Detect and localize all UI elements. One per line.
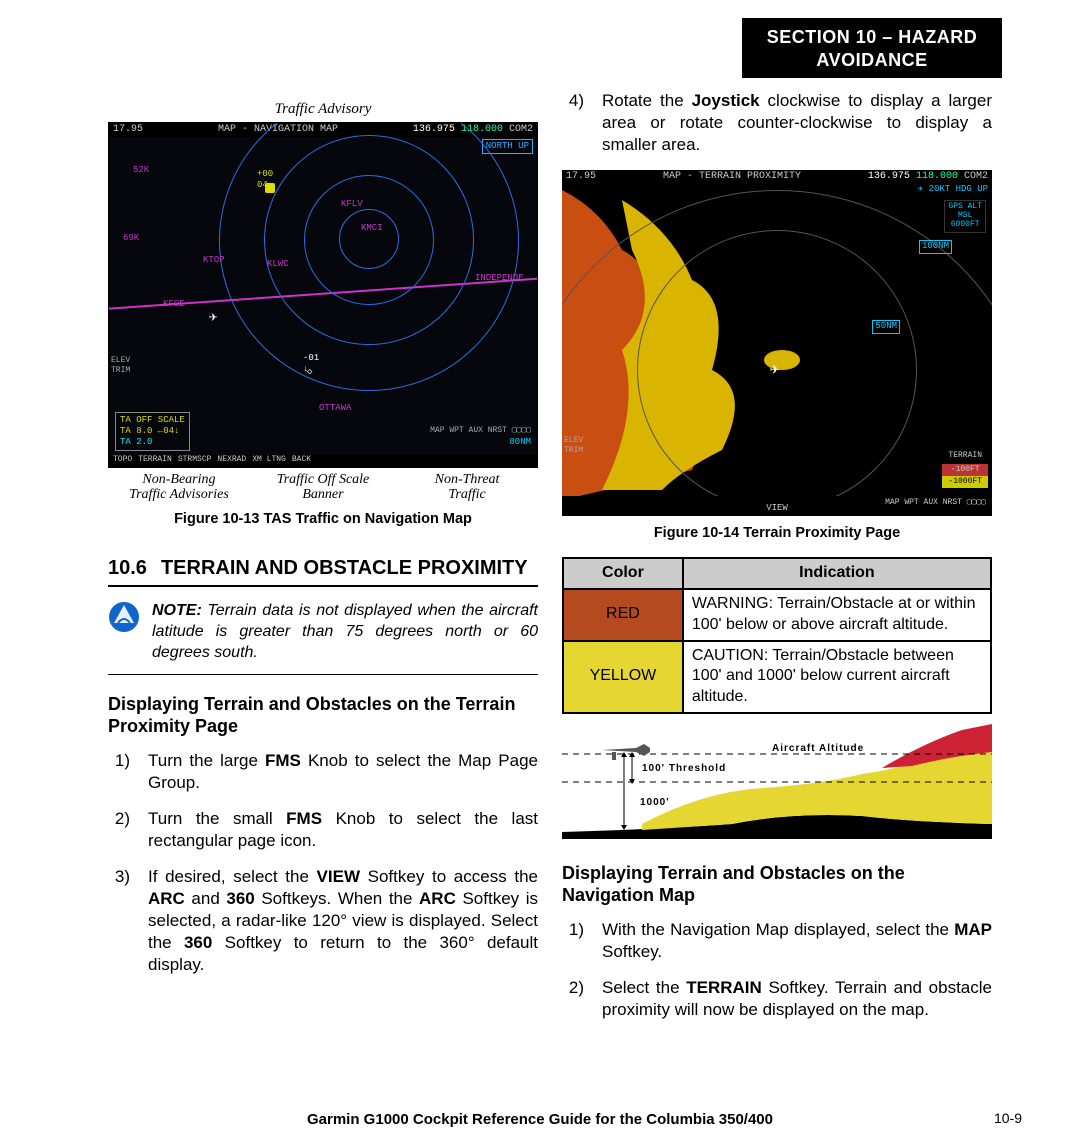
nav-com: COM2 xyxy=(509,124,533,135)
header-line1: SECTION 10 – HAZARD xyxy=(767,27,978,47)
terr-title: MAP - TERRAIN PROXIMITY xyxy=(663,170,801,184)
legend-red: -100FT xyxy=(942,464,988,476)
cell-yellow-desc: CAUTION: Terrain/Obstacle between 100' a… xyxy=(683,641,991,713)
terr-com: COM2 xyxy=(964,171,988,182)
view-softkey: VIEW xyxy=(766,503,788,515)
wpt: KTOP xyxy=(203,255,225,267)
wpt: KFOE xyxy=(163,299,185,311)
steps-list-2: 1) With the Navigation Map displayed, se… xyxy=(562,919,992,1021)
step-3: 3) If desired, select the VIEW Softkey t… xyxy=(108,866,538,976)
fig13-callouts: Non-BearingTraffic Advisories Traffic Of… xyxy=(108,472,538,503)
wpt: OTTAWA xyxy=(319,403,351,415)
softkey: TERRAIN xyxy=(138,455,172,467)
rng-inner: 50NM xyxy=(872,320,900,334)
note-block: NOTE: Terrain data is not displayed when… xyxy=(108,601,538,674)
terrain-proximity-screenshot: 17.95 MAP - TERRAIN PROXIMITY 136.975 11… xyxy=(562,170,992,516)
navigation-map-screenshot: 17.95 MAP - NAVIGATION MAP 136.975 118.0… xyxy=(108,122,538,468)
ta-line3: TA 2.0 xyxy=(120,437,185,448)
subheading-2: Displaying Terrain and Obstacles on the … xyxy=(562,862,992,907)
steps-list-1-cont: 4) Rotate the Joystick clockwise to disp… xyxy=(562,90,992,156)
page-number: 10-9 xyxy=(994,1109,1022,1127)
cell-red: RED xyxy=(563,589,683,641)
section-title: TERRAIN AND OBSTACLE PROXIMITY xyxy=(161,555,528,581)
elev-trim-gauge: ELEVTRIM xyxy=(111,356,130,377)
wpt: 69K xyxy=(123,233,139,245)
elev-trim-gauge: ELEVTRIM xyxy=(564,436,583,457)
callout-nonbearing: Non-BearingTraffic Advisories xyxy=(108,472,250,503)
steps-list-1: 1) Turn the large FMS Knob to select the… xyxy=(108,750,538,977)
wpt: 52K xyxy=(133,165,149,177)
section-number: 10.6 xyxy=(108,555,147,581)
softkey: NEXRAD xyxy=(217,455,246,467)
ownship-icon: ✈ xyxy=(770,360,780,381)
terr-freq-left: 17.95 xyxy=(566,170,596,184)
step2-1: 1) With the Navigation Map displayed, se… xyxy=(562,919,992,963)
callout-nonthreat: Non-ThreatTraffic xyxy=(396,472,538,503)
fig13-caption: Figure 10-13 TAS Traffic on Navigation M… xyxy=(108,510,538,529)
note-icon xyxy=(108,601,140,633)
legend-yellow: -1000FT xyxy=(942,476,988,488)
page-group-box: MAP WPT AUX NRST ▢▢▢▢ xyxy=(885,498,986,514)
altitude-diagram: Aircraft Altitude 100' Threshold 1000' xyxy=(562,724,992,844)
cell-red-desc: WARNING: Terrain/Obstacle at or within 1… xyxy=(683,589,991,641)
wpt: KLWC xyxy=(267,259,289,271)
color-indication-table: Color Indication RED WARNING: Terrain/Ob… xyxy=(562,557,992,714)
section-header: SECTION 10 – HAZARD AVOIDANCE xyxy=(742,18,1002,78)
cell-yellow: YELLOW xyxy=(563,641,683,713)
note-label: NOTE: xyxy=(152,602,202,619)
ta-datablock: +0004 xyxy=(257,169,273,192)
note-body: Terrain data is not displayed when the a… xyxy=(152,602,538,661)
softkey: BACK xyxy=(292,455,311,467)
wpt: KFLV xyxy=(341,199,363,211)
section-heading: 10.6 TERRAIN AND OBSTACLE PROXIMITY xyxy=(108,555,538,587)
callout-offscale: Traffic Off ScaleBanner xyxy=(252,472,394,503)
subheading-1: Displaying Terrain and Obstacles on the … xyxy=(108,693,538,738)
nonthreat-datablock: -01↓ xyxy=(303,353,319,376)
step-4: 4) Rotate the Joystick clockwise to disp… xyxy=(562,90,992,156)
softkey: TOPO xyxy=(113,455,132,467)
ta-line2: TA 8.0 ←04↓ xyxy=(120,426,185,437)
wpt: KMCI xyxy=(361,223,383,235)
ta-line1: TA OFF SCALE xyxy=(120,415,185,426)
ta-offscale-box: TA OFF SCALE TA 8.0 ←04↓ TA 2.0 xyxy=(115,412,190,450)
terr-freq-r1: 136.975 xyxy=(868,171,910,182)
terr-freq-r2: 118.000 xyxy=(916,171,958,182)
lbl-aircraft-alt: Aircraft Altitude xyxy=(772,742,864,755)
softkey: STRMSCP xyxy=(178,455,212,467)
softkey-bar: TOPO TERRAIN STRMSCP NEXRAD XM LTNG BACK xyxy=(109,455,537,467)
step2-2: 2) Select the TERRAIN Softkey. Terrain a… xyxy=(562,977,992,1021)
th-color: Color xyxy=(563,558,683,589)
ownship-icon: ✈ xyxy=(209,309,217,327)
fig13-top-label: Traffic Advisory xyxy=(108,100,538,120)
note-text: NOTE: Terrain data is not displayed when… xyxy=(152,601,538,663)
nav-freq-left: 17.95 xyxy=(113,123,143,137)
header-line2: AVOIDANCE xyxy=(816,50,927,70)
lbl-threshold: 100' Threshold xyxy=(642,762,726,775)
step-2: 2) Turn the small FMS Knob to select the… xyxy=(108,808,538,852)
rng-outer: 100NM xyxy=(919,240,952,254)
lbl-1000: 1000' xyxy=(640,796,670,809)
footer-title: Garmin G1000 Cockpit Reference Guide for… xyxy=(0,1110,1080,1130)
range-ring xyxy=(219,122,519,391)
page-group-box: MAP WPT AUX NRST ▢▢▢▢ xyxy=(430,426,531,436)
softkey: XM LTNG xyxy=(252,455,286,467)
wpt: INDEPENDE xyxy=(475,273,524,285)
legend-title: TERRAIN xyxy=(942,451,988,461)
th-indication: Indication xyxy=(683,558,991,589)
step-1: 1) Turn the large FMS Knob to select the… xyxy=(108,750,538,794)
fig14-caption: Figure 10-14 Terrain Proximity Page xyxy=(562,524,992,543)
terrain-legend: TERRAIN -100FT -1000FT xyxy=(942,451,988,488)
map-range: 80NM xyxy=(509,437,531,449)
